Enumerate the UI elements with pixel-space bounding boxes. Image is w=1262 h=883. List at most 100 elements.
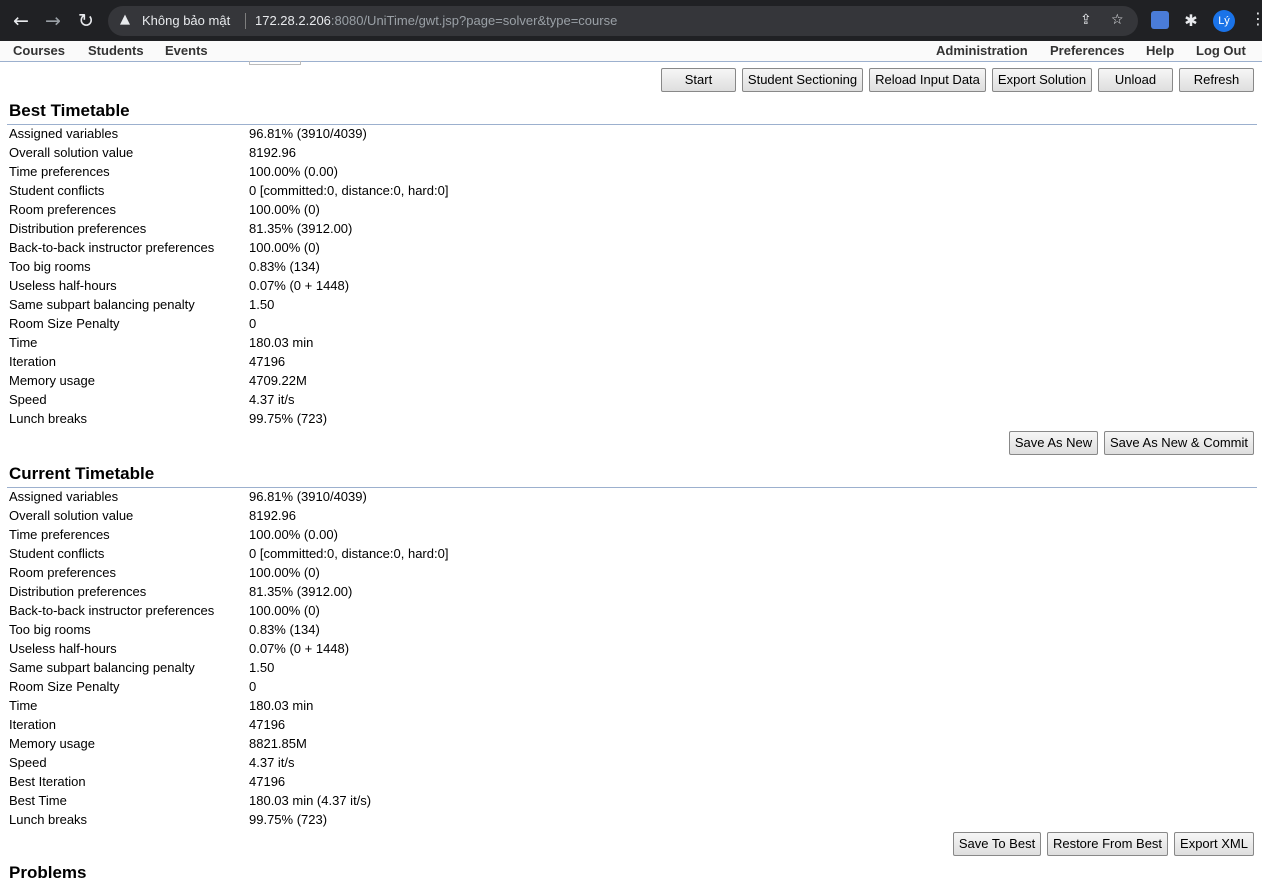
stat-row: Assigned variables 96.81% (3910/4039): [9, 489, 1249, 508]
stat-value: 0.83% (134): [249, 259, 320, 274]
export-solution-button[interactable]: Export Solution: [992, 68, 1092, 92]
export-xml-button[interactable]: Export XML: [1174, 832, 1254, 856]
stat-row: Time 180.03 min: [9, 335, 1249, 354]
save-to-best-button[interactable]: Save To Best: [953, 832, 1041, 856]
menu-log-out[interactable]: Log Out: [1196, 43, 1246, 58]
stat-row: Speed 4.37 it/s: [9, 392, 1249, 411]
stat-label: Memory usage: [9, 373, 95, 388]
menu-courses[interactable]: Courses: [13, 43, 65, 58]
stat-label: Useless half-hours: [9, 641, 117, 656]
stat-row: Too big rooms 0.83% (134): [9, 622, 1249, 641]
stat-label: Memory usage: [9, 736, 95, 751]
stat-value: 1.50: [249, 660, 275, 675]
puzzle-extensions-icon[interactable]: ✱: [1179, 9, 1203, 33]
best-timetable-title: Best Timetable: [9, 101, 130, 120]
stat-label: Best Iteration: [9, 774, 86, 789]
stat-label: Back-to-back instructor preferences: [9, 603, 215, 618]
start-button[interactable]: Start: [661, 68, 736, 92]
stat-row: Overall solution value 8192.96: [9, 508, 1249, 527]
stat-value: 180.03 min: [249, 698, 314, 713]
menu-administration[interactable]: Administration: [936, 43, 1028, 58]
warning-icon: ▲: [120, 12, 130, 27]
stat-label: Student conflicts: [9, 183, 105, 198]
stat-label: Speed: [9, 755, 47, 770]
url-path: :8080/UniTime/gwt.jsp?page=solver&type=c…: [330, 13, 618, 28]
stat-row: Room Size Penalty 0: [9, 316, 1249, 335]
stat-label: Same subpart balancing penalty: [9, 297, 195, 312]
menu-help[interactable]: Help: [1146, 43, 1174, 58]
stat-value: 0.07% (0 + 1448): [249, 641, 350, 656]
student-sectioning-button[interactable]: Student Sectioning: [742, 68, 863, 92]
scrolled-element-edge: [249, 61, 301, 65]
stat-row: Too big rooms 0.83% (134): [9, 259, 1249, 278]
stat-label: Back-to-back instructor preferences: [9, 240, 215, 255]
section-divider: [7, 124, 1257, 125]
reload-icon[interactable]: ↻: [74, 9, 98, 33]
stat-row: Best Iteration 47196: [9, 774, 1249, 793]
stat-row: Same subpart balancing penalty 1.50: [9, 660, 1249, 679]
stat-row: Same subpart balancing penalty 1.50: [9, 297, 1249, 316]
reload-input-data-button[interactable]: Reload Input Data: [869, 68, 986, 92]
url-text[interactable]: 172.28.2.206:8080/UniTime/gwt.jsp?page=s…: [255, 13, 617, 28]
restore-from-best-button[interactable]: Restore From Best: [1047, 832, 1168, 856]
back-arrow-icon[interactable]: ←: [9, 9, 33, 33]
stat-row: Time preferences 100.00% (0.00): [9, 164, 1249, 183]
stat-row: Useless half-hours 0.07% (0 + 1448): [9, 278, 1249, 297]
stat-label: Iteration: [9, 354, 56, 369]
stat-value: 47196: [249, 717, 286, 732]
stat-value: 0.07% (0 + 1448): [249, 278, 350, 293]
translate-extension-icon[interactable]: [1151, 11, 1169, 29]
menu-students[interactable]: Students: [88, 43, 144, 58]
stat-value: 0 [committed:0, distance:0, hard:0]: [249, 546, 449, 561]
problems-title: Problems: [9, 863, 87, 882]
save-as-new-commit-button[interactable]: Save As New & Commit: [1104, 431, 1254, 455]
star-icon[interactable]: ☆: [1111, 12, 1124, 28]
stat-label: Lunch breaks: [9, 812, 88, 827]
stat-value: 0: [249, 679, 257, 694]
stat-value: 47196: [249, 774, 286, 789]
stat-value: 99.75% (723): [249, 812, 328, 827]
stat-value: 47196: [249, 354, 286, 369]
stat-value: 96.81% (3910/4039): [249, 489, 367, 504]
stat-label: Best Time: [9, 793, 67, 808]
menu-preferences[interactable]: Preferences: [1050, 43, 1124, 58]
stat-label: Student conflicts: [9, 546, 105, 561]
stat-label: Time preferences: [9, 527, 110, 542]
stat-label: Too big rooms: [9, 622, 91, 637]
refresh-button[interactable]: Refresh: [1179, 68, 1254, 92]
profile-avatar[interactable]: Lý: [1213, 10, 1235, 32]
stat-row: Distribution preferences 81.35% (3912.00): [9, 584, 1249, 603]
stat-row: Best Time 180.03 min (4.37 it/s): [9, 793, 1249, 812]
stat-label: Too big rooms: [9, 259, 91, 274]
stat-row: Memory usage 4709.22M: [9, 373, 1249, 392]
browser-toolbar: ← → ↻ ▲ Không bảo mật 172.28.2.206:8080/…: [0, 0, 1262, 41]
stat-row: Back-to-back instructor preferences 100.0…: [9, 240, 1249, 259]
stat-value: 0 [committed:0, distance:0, hard:0]: [249, 183, 449, 198]
stat-row: Lunch breaks 99.75% (723): [9, 812, 1249, 831]
security-label[interactable]: Không bảo mật: [142, 13, 230, 28]
stat-value: 0.83% (134): [249, 622, 320, 637]
stat-row: Room preferences 100.00% (0): [9, 202, 1249, 221]
share-icon[interactable]: ⇪: [1080, 12, 1092, 28]
stat-label: Room preferences: [9, 202, 116, 217]
stat-label: Same subpart balancing penalty: [9, 660, 195, 675]
save-as-new-button[interactable]: Save As New: [1009, 431, 1098, 455]
menu-events[interactable]: Events: [165, 43, 208, 58]
stat-value: 180.03 min: [249, 335, 314, 350]
address-bar[interactable]: ▲ Không bảo mật 172.28.2.206:8080/UniTim…: [108, 6, 1138, 36]
stat-label: Time: [9, 698, 38, 713]
unload-button[interactable]: Unload: [1098, 68, 1173, 92]
stat-label: Overall solution value: [9, 145, 134, 160]
stat-value: 180.03 min (4.37 it/s): [249, 793, 372, 808]
divider: [245, 13, 246, 29]
stat-value: 100.00% (0): [249, 603, 320, 618]
section-divider: [7, 487, 1257, 488]
stat-value: 96.81% (3910/4039): [249, 126, 367, 141]
stat-row: Useless half-hours 0.07% (0 + 1448): [9, 641, 1249, 660]
stat-row: Iteration 47196: [9, 717, 1249, 736]
stat-value: 8821.85M: [249, 736, 307, 751]
stat-value: 100.00% (0): [249, 202, 320, 217]
stat-value: 4.37 it/s: [249, 755, 295, 770]
more-menu-icon[interactable]: ⋮: [1250, 9, 1262, 28]
forward-arrow-icon[interactable]: →: [41, 9, 65, 33]
